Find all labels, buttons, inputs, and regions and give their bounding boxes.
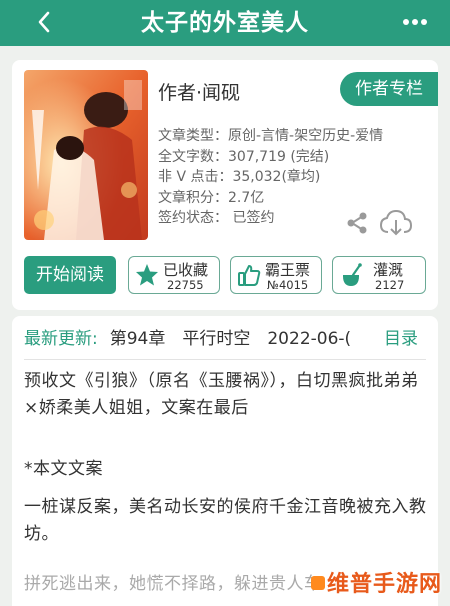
latest-chapter-link[interactable]: 第94章 平行时空 2022-06-( [110, 329, 351, 349]
synopsis-heading: *本文文案 [24, 459, 103, 479]
share-icon [347, 212, 367, 234]
author-name[interactable]: 作者·闻砚 [158, 78, 240, 105]
meta-word-count: 全文字数：307,719 (完结) [158, 148, 330, 165]
collect-label: 已收藏 [163, 261, 209, 279]
cloud-download-icon [379, 209, 413, 236]
synopsis-paragraph: 一桩谋反案，美名动长安的侯府千金江音晚被充入教坊。 [24, 497, 427, 544]
collect-button[interactable]: 已收藏 22755 [128, 256, 220, 294]
book-info-card: 作者·闻砚 作者专栏 文章类型：原创-言情-架空历史-爱情 全文字数：307,7… [12, 60, 438, 310]
star-icon [136, 264, 158, 286]
watermark-icon [310, 576, 325, 590]
start-reading-button[interactable]: 开始阅读 [24, 256, 116, 294]
latest-update-row[interactable]: 最新更新: 第94章 平行时空 2022-06-( [24, 322, 351, 356]
water-label: 灌溉 [373, 261, 404, 279]
more-dots-icon [403, 19, 427, 25]
water-button[interactable]: 灌溉 2127 [332, 256, 426, 294]
book-content-card: 最新更新: 第94章 平行时空 2022-06-( 目录 预收文《引狼》（原名《玉… [12, 316, 438, 606]
more-button[interactable] [402, 12, 428, 32]
thumbs-up-icon [238, 265, 261, 286]
vote-label: 霸王票 [265, 261, 311, 279]
share-button[interactable] [346, 212, 368, 234]
catalog-link[interactable]: 目录 [384, 322, 418, 356]
nutrient-bottle-icon [343, 263, 362, 286]
meta-clicks: 非 V 点击：35,032(章均) [158, 169, 321, 185]
water-count: 2127 [375, 278, 405, 292]
meta-genre: 文章类型：原创-言情-架空历史-爱情 [158, 128, 384, 144]
author-column-button[interactable]: 作者专栏 [340, 72, 438, 106]
vote-count: №4015 [267, 278, 309, 292]
book-cover-image[interactable] [24, 70, 148, 240]
vote-button[interactable]: 霸王票 №4015 [230, 256, 322, 294]
download-button[interactable] [379, 208, 413, 238]
collect-count: 22755 [167, 278, 204, 292]
watermark-text: 维普手游网 [326, 572, 442, 597]
latest-update-label: 最新更新: [24, 329, 98, 349]
synopsis-paragraph: 预收文《引狼》（原名《玉腰祸》），白切黑疯批弟弟×娇柔美人姐姐，文案在最后 [24, 371, 419, 418]
page-title: 太子的外室美人 [141, 10, 309, 36]
watermark-logo: 维普手游网 [310, 566, 442, 598]
divider [24, 359, 426, 360]
meta-score: 文章积分：2.7亿 [158, 189, 265, 206]
app-header: 太子的外室美人 [0, 0, 450, 46]
